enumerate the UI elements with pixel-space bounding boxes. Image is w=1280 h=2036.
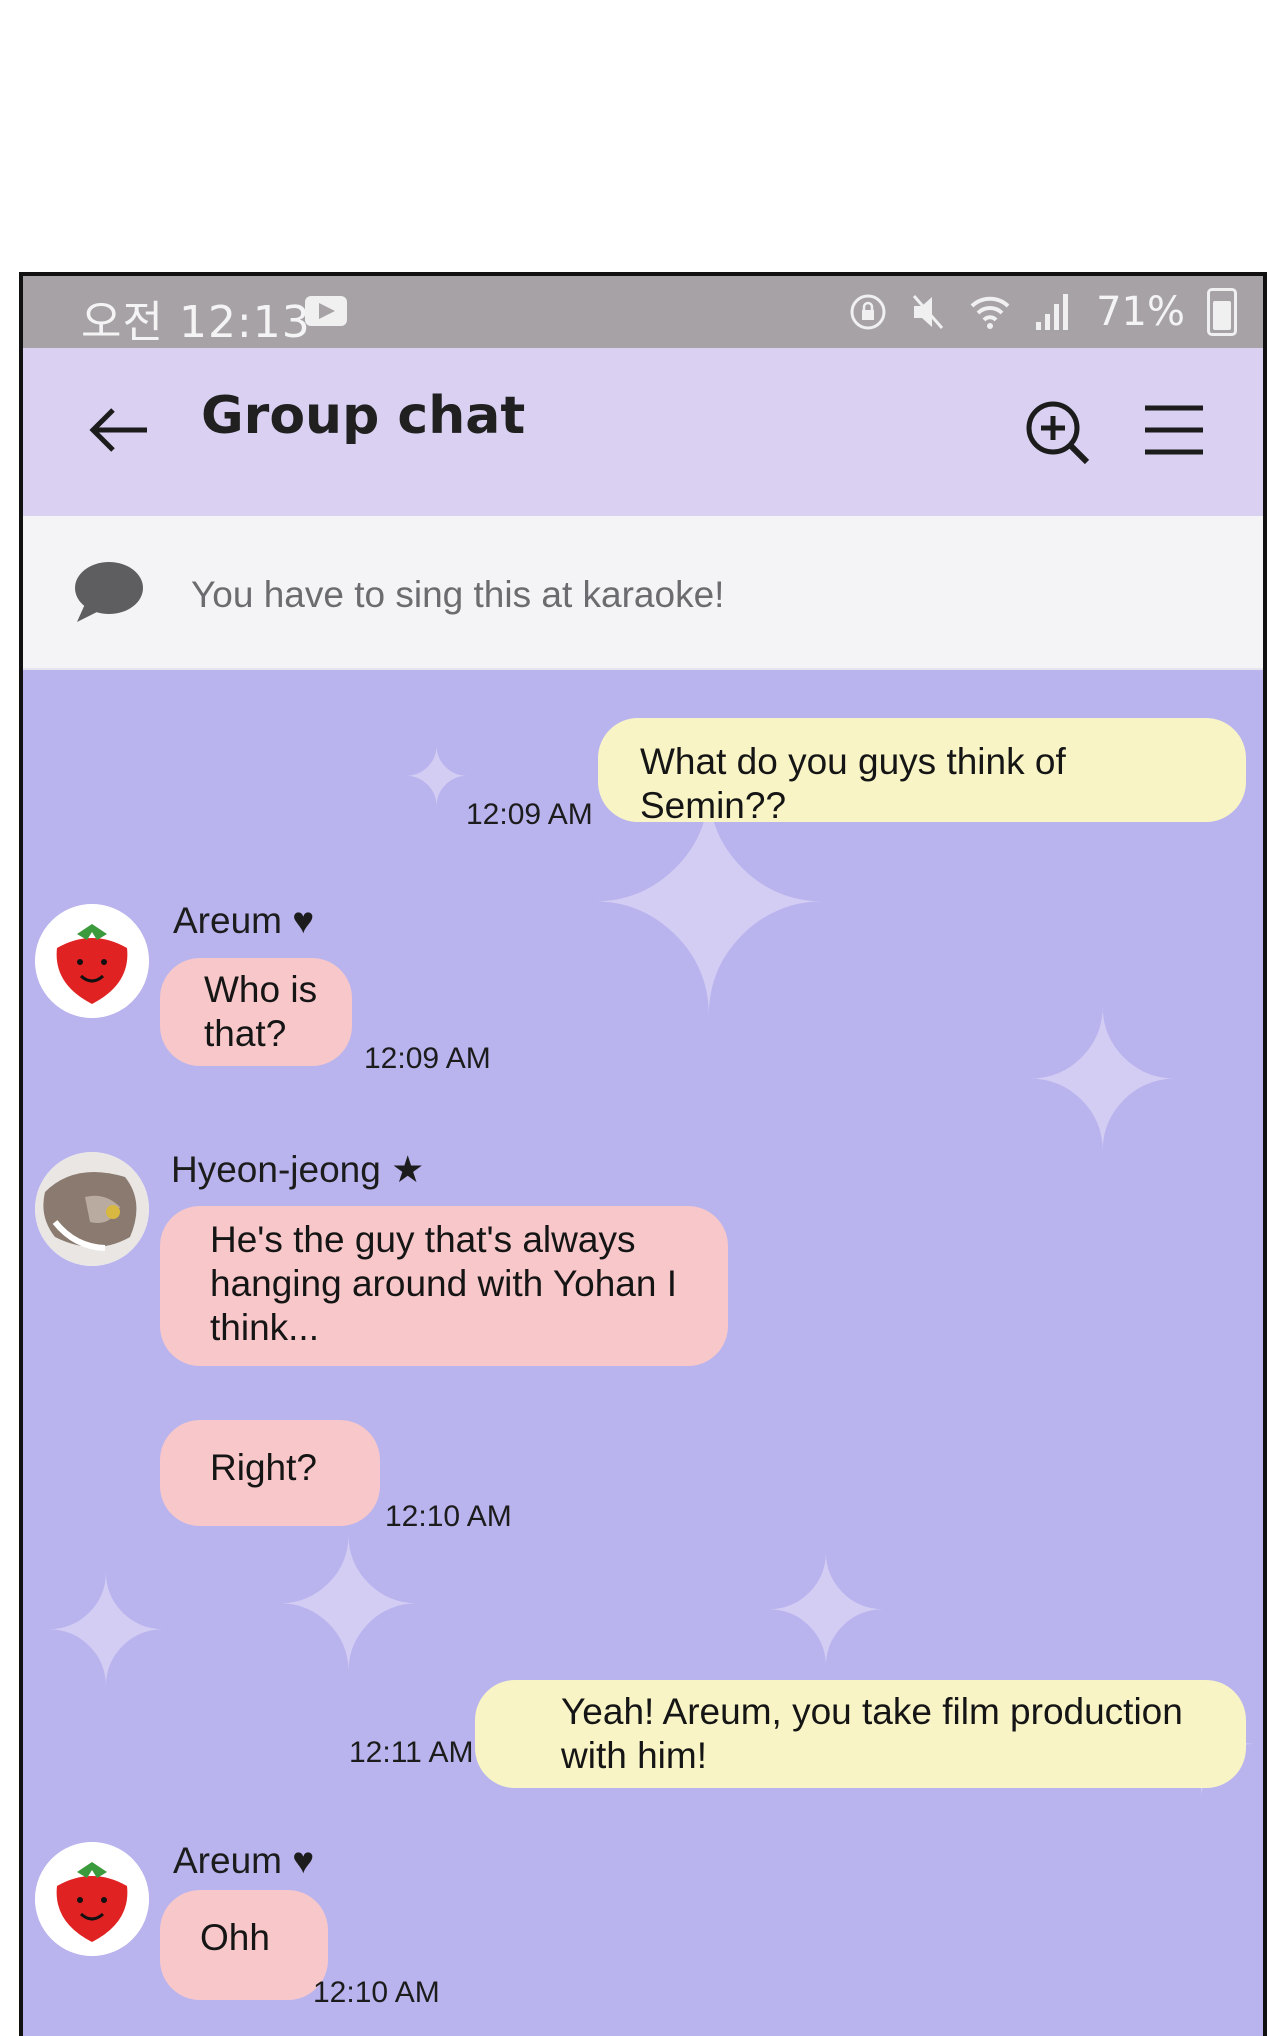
sparkle-decoration: ✦: [1023, 972, 1183, 1193]
avatar-areum[interactable]: [35, 1842, 149, 1956]
app-header: Group chat: [23, 348, 1263, 516]
message-text: He's the guy that's always hanging aroun…: [210, 1219, 678, 1348]
sparkle-decoration: ✦: [763, 1526, 889, 1700]
battery-icon: [1207, 288, 1237, 336]
their-message-bubble[interactable]: Who is that?: [160, 958, 352, 1066]
message-text: Who is that?: [204, 969, 318, 1054]
animal-portrait-icon: [35, 1152, 149, 1266]
chat-area: ✦ ✦ ✦ ✦ ✦ ✦ ✦ What do you guys think of …: [23, 668, 1263, 2036]
wifi-icon: [970, 296, 1010, 329]
message-time: 12:09 AM: [364, 1042, 491, 1075]
rotation-lock-icon: [850, 294, 886, 330]
sender-name: Areum ♥: [173, 1840, 315, 1881]
their-message-bubble[interactable]: Right?: [160, 1420, 380, 1526]
page-title: Group chat: [201, 386, 526, 446]
sender-name: Areum ♥: [173, 900, 315, 941]
strawberry-icon: [35, 904, 149, 1018]
speech-bubble-icon: [75, 562, 143, 622]
my-message-bubble[interactable]: Yeah! Areum, you take film production wi…: [475, 1680, 1246, 1788]
pinned-notice[interactable]: You have to sing this at karaoke!: [23, 516, 1263, 670]
message-time: 12:11 AM: [349, 1736, 474, 1769]
sparkle-decoration: ✦: [403, 731, 471, 824]
notice-text: You have to sing this at karaoke!: [191, 574, 725, 615]
menu-icon[interactable]: [1141, 402, 1207, 458]
avatar-areum[interactable]: [35, 904, 149, 1018]
their-message-bubble[interactable]: Ohh: [160, 1890, 328, 2000]
message-text: Right?: [210, 1447, 317, 1488]
strawberry-icon: [35, 1842, 149, 1956]
sparkle-decoration: ✦: [43, 1546, 169, 1720]
mute-icon: [912, 295, 944, 329]
status-bar: 오전 12:13 71%: [23, 276, 1263, 348]
sender-name: Hyeon-jeong ★: [171, 1149, 425, 1190]
sparkle-decoration: ✦: [273, 1503, 424, 1712]
back-arrow-icon[interactable]: [87, 406, 151, 454]
message-time: 12:10 AM: [313, 1976, 440, 2009]
message-time: 12:09 AM: [466, 798, 593, 831]
avatar-hyeon-jeong[interactable]: [35, 1152, 149, 1266]
message-text: Ohh: [200, 1917, 270, 1958]
message-text: What do you guys think of Semin??: [640, 741, 1066, 826]
message-text: Yeah! Areum, you take film production wi…: [561, 1691, 1183, 1776]
status-time: 오전 12:13: [81, 297, 311, 348]
search-plus-icon[interactable]: [1023, 398, 1093, 468]
my-message-bubble[interactable]: What do you guys think of Semin??: [598, 718, 1246, 826]
status-icons: 71%: [848, 288, 1237, 336]
play-icon: [305, 296, 347, 326]
their-message-bubble[interactable]: He's the guy that's always hanging aroun…: [160, 1206, 728, 1366]
message-time: 12:10 AM: [385, 1500, 512, 1533]
battery-percent: 71%: [1096, 289, 1185, 335]
signal-icon: [1036, 294, 1069, 330]
phone-screen: 오전 12:13 71% Group chat You have to sing…: [19, 272, 1267, 2036]
